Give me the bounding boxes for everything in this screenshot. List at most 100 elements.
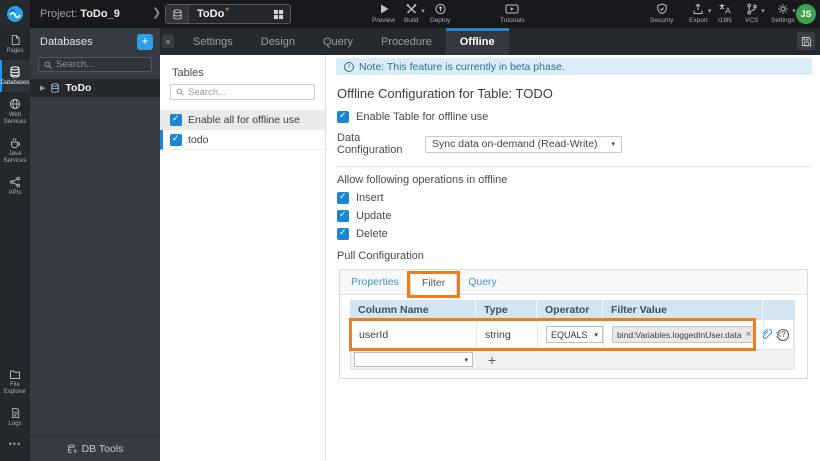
database-icon [166, 5, 189, 23]
filter-table-header: Column Name Type Operator Filter Value [350, 300, 795, 320]
pull-configuration-label: Pull Configuration [337, 250, 424, 262]
tab-procedure[interactable]: Procedure [367, 28, 446, 55]
operation-insert-row: Insert [337, 191, 820, 204]
db-tools-button[interactable]: DB Tools [30, 436, 160, 461]
sidebar-item-file-explorer[interactable]: File Explorer [0, 363, 30, 401]
sidebar-item-java-services[interactable]: Java Services [0, 131, 30, 170]
security-button[interactable]: Security [650, 3, 673, 24]
filter-table: Column Name Type Operator Filter Value u… [349, 300, 795, 370]
add-filter-row: ▾ + [350, 350, 795, 370]
folder-icon [9, 369, 21, 380]
caret-down-icon: ▾ [761, 8, 765, 15]
expand-caret-icon[interactable]: ▶ [40, 84, 45, 92]
sidebar-item-web-services[interactable]: Web Services [0, 92, 30, 131]
deploy-icon [434, 3, 447, 15]
preview-button[interactable]: Preview [372, 3, 395, 24]
type-cell: string [477, 320, 538, 349]
operation-update-row: Update [337, 209, 820, 222]
operations-label: Allow following operations in offline [337, 174, 508, 186]
operator-cell: EQUALS ▾ [538, 320, 604, 349]
table-row-todo[interactable]: todo [160, 130, 325, 150]
operator-select[interactable]: EQUALS ▾ [546, 326, 603, 343]
svg-text:A: A [725, 6, 731, 16]
database-search-input[interactable] [56, 59, 146, 70]
filter-value-cell: bind:Variables.loggedInUser.data × ? [604, 320, 790, 349]
enable-table-checkbox[interactable] [337, 110, 349, 123]
data-configuration-select[interactable]: Sync data on-demand (Read-Write) ▾ [425, 135, 622, 153]
database-tree-item-todo[interactable]: ▶ ToDo [30, 79, 160, 97]
tables-search-input[interactable] [188, 86, 309, 98]
app-logo[interactable] [0, 0, 30, 28]
sidebar-item-pages[interactable]: Pages [0, 28, 30, 60]
tables-search[interactable] [170, 84, 315, 100]
left-nav-rail: Pages Databases Web Services Java Servic… [0, 28, 30, 461]
project-name: ToDo_9 [80, 8, 120, 20]
tab-query-pull[interactable]: Query [457, 270, 508, 294]
tab-query[interactable]: Query [309, 28, 367, 55]
database-icon [9, 66, 21, 78]
database-search[interactable] [38, 57, 152, 72]
panel-title: Databases [40, 35, 93, 48]
remove-binding-icon[interactable]: × [746, 329, 752, 340]
tab-design[interactable]: Design [247, 28, 309, 55]
data-configuration-row: Data Configuration Sync data on-demand (… [337, 132, 820, 156]
tab-settings[interactable]: Settings [179, 28, 247, 55]
wavemaker-logo-icon [6, 5, 24, 23]
tables-panel: Tables Enable all for offline use todo [160, 55, 326, 461]
tables-panel-title: Tables [172, 67, 204, 79]
delete-checkbox[interactable] [337, 227, 349, 240]
new-column-select[interactable]: ▾ [354, 352, 473, 367]
settings-button[interactable]: ▾ Settings [771, 3, 796, 24]
select-arrow-icon: ▾ [611, 141, 615, 148]
vcs-icon: ▾ [746, 3, 765, 15]
sidebar-item-databases[interactable]: Databases [0, 60, 30, 92]
enable-table-offline-row: Enable Table for offline use [337, 110, 820, 123]
enable-all-offline-row[interactable]: Enable all for offline use [160, 110, 325, 130]
delete-row-icon[interactable]: × [775, 327, 783, 342]
build-button[interactable]: ▾ Build [404, 3, 425, 24]
export-button[interactable]: ▾ Export [689, 3, 711, 24]
insert-checkbox[interactable] [337, 191, 349, 204]
tab-properties[interactable]: Properties [340, 270, 410, 294]
gear-icon: ▾ [777, 3, 796, 15]
pull-configuration-panel: Properties Filter Query Column Name Type… [339, 269, 808, 379]
db-tools-icon [67, 444, 77, 454]
search-icon [44, 61, 52, 69]
sidebar-item-apis[interactable]: APIs [0, 170, 30, 202]
rail-spacer [0, 202, 30, 363]
pull-config-tabs: Properties Filter Query [340, 270, 807, 298]
update-checkbox[interactable] [337, 209, 349, 222]
enable-all-checkbox[interactable] [170, 113, 182, 126]
save-icon [801, 36, 812, 47]
java-icon [9, 137, 21, 149]
save-button[interactable] [797, 32, 815, 50]
i18n-button[interactable]: A I18N [718, 3, 732, 24]
column-name-cell[interactable]: userId [351, 320, 477, 349]
collapse-panel-button[interactable]: « [162, 35, 174, 48]
section-divider [336, 166, 812, 167]
databases-panel: Databases + ▶ ToDo DB Tools [30, 28, 160, 461]
modified-marker: * [225, 5, 230, 17]
vcs-button[interactable]: ▾ VCS [745, 3, 765, 24]
app-window: Project:ToDo_9 ❯ ToDo * Preview ▾ Build [0, 0, 820, 461]
tab-filter[interactable]: Filter [406, 270, 461, 298]
tab-offline[interactable]: Offline [445, 28, 509, 55]
more-menu-button[interactable]: ••• [0, 433, 30, 461]
entity-selector[interactable]: ToDo * [165, 4, 291, 24]
tutorials-button[interactable]: Tutorials [500, 3, 525, 24]
deploy-button[interactable]: Deploy [430, 3, 450, 24]
select-arrow-icon: ▾ [594, 331, 598, 339]
page-title: Offline Configuration for Table: TODO [337, 86, 553, 101]
binding-chip[interactable]: bind:Variables.loggedInUser.data × [612, 326, 757, 343]
todo-table-checkbox[interactable] [170, 133, 182, 146]
add-database-button[interactable]: + [137, 33, 153, 50]
user-avatar[interactable]: JS [796, 4, 816, 24]
grid-icon[interactable] [273, 9, 284, 20]
globe-icon [9, 98, 21, 110]
sidebar-item-logs[interactable]: Logs [0, 401, 30, 433]
beta-note-banner: i Note: This feature is currently in bet… [336, 58, 812, 75]
topbar: Project:ToDo_9 ❯ ToDo * Preview ▾ Build [0, 0, 820, 28]
add-row-button[interactable]: + [488, 353, 496, 367]
export-icon: ▾ [692, 3, 711, 15]
pages-icon [10, 34, 21, 46]
